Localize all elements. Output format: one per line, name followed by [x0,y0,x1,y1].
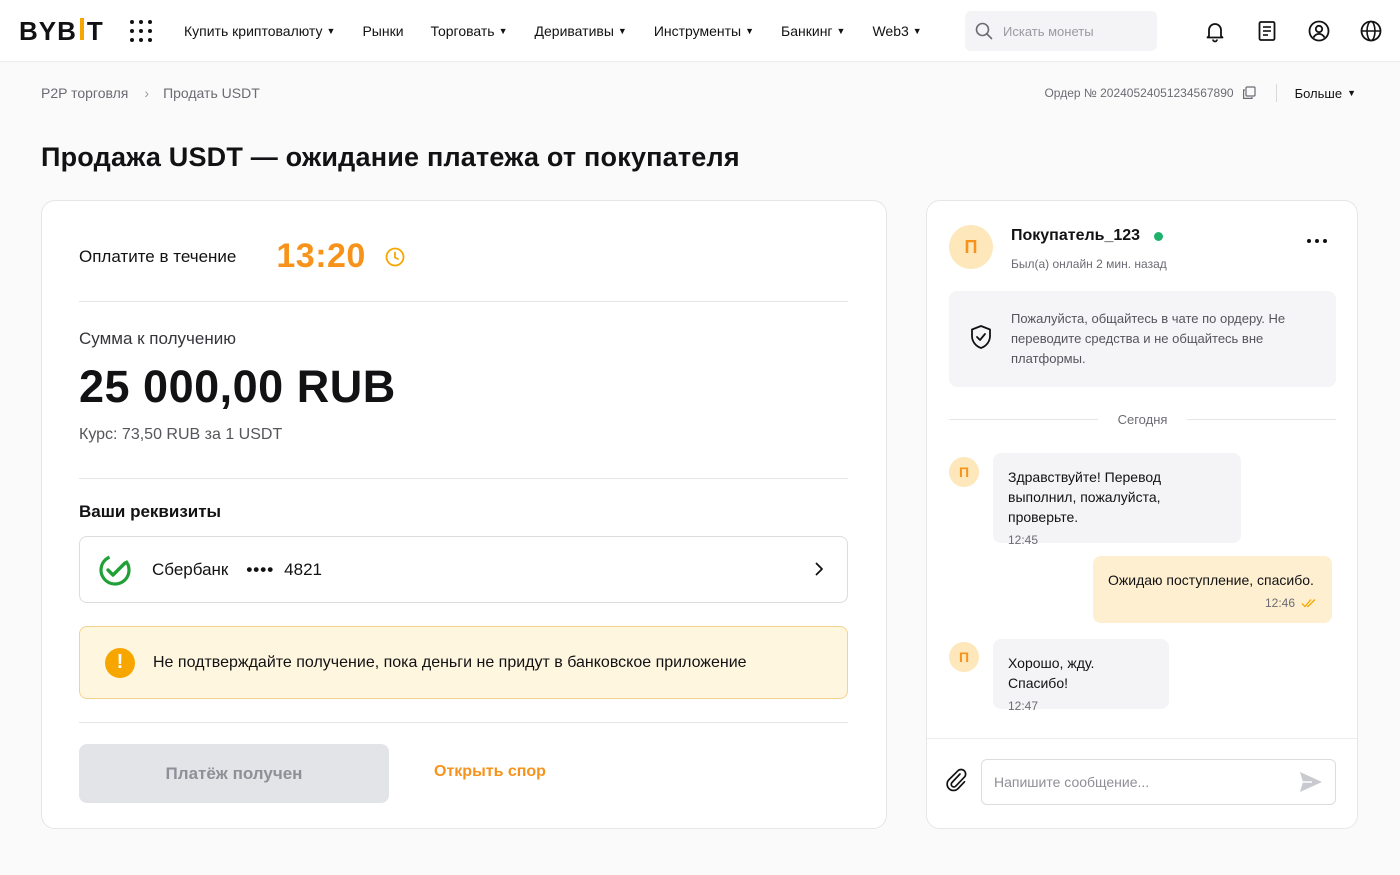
logo-text-right: T [86,15,104,46]
nav-item-banking[interactable]: Банкинг ▼ [781,23,845,39]
send-icon[interactable] [1299,771,1323,793]
divider [79,722,848,723]
amount-label: Сумма к получению [79,329,236,348]
breadcrumb-p2p-link[interactable]: P2P торговля [41,85,128,101]
timer-label: Оплатите в течение [79,246,237,266]
payment-received-button[interactable]: Платёж получен [79,744,389,803]
divider [79,478,848,479]
divider [79,301,848,302]
breadcrumb: P2P торговля › Продать USDT [41,85,260,101]
safety-notice-text: Пожалуйста, общайтесь в чате по ордеру. … [1011,311,1286,366]
avatar: П [949,225,993,269]
day-label: Сегодня [1117,411,1168,427]
message-time-row: 12:46 [1108,596,1317,610]
coin-search[interactable] [965,11,1157,51]
amount-value: 25 000,00 RUB [79,361,396,412]
bank-account-row[interactable]: Сбербанк •••• 4821 [79,536,848,603]
warning-text: Не подтверждайте получение, пока деньги … [153,653,747,671]
order-info: Ордер № 20240524051234567890 Больше ▼ [1044,84,1356,102]
logo-accent-bar [79,18,84,40]
peer-name[interactable]: Покупатель_123 [1011,227,1140,245]
apps-grid-icon[interactable] [130,20,152,42]
avatar: П [949,457,979,487]
peer-name-row: Покупатель_123 [1011,227,1164,245]
logo-text-left: BYB [19,15,77,46]
bell-icon[interactable] [1203,19,1227,43]
caret-down-icon: ▼ [745,26,755,36]
paperclip-icon[interactable] [945,767,967,793]
payment-card: Оплатите в течение 13:20 Сумма к получен… [41,200,887,829]
online-status-dot [1154,231,1164,241]
more-dropdown[interactable]: Больше ▼ [1295,86,1356,101]
caret-down-icon: ▼ [326,26,336,36]
message-text: Хорошо, жду. Спасибо! [1008,655,1095,691]
nav-item-trade[interactable]: Торговать ▼ [431,23,508,39]
timer-value: 13:20 [276,237,366,275]
search-input[interactable] [1003,23,1143,39]
chat-composer [927,738,1357,828]
caret-down-icon: ▼ [912,26,922,36]
avatar: П [949,642,979,672]
safety-notice: Пожалуйста, общайтесь в чате по ордеру. … [949,291,1336,387]
clock-icon [385,247,405,266]
payment-timer: Оплатите в течение 13:20 [79,237,406,276]
shield-check-icon [971,325,991,349]
message-text: Здравствуйте! Перевод выполнил, пожалуйс… [1008,469,1162,525]
message-text: Ожидаю поступление, спасибо. [1108,572,1314,588]
breadcrumb-current: Продать USDT [163,85,260,101]
nav-item-web3[interactable]: Web3 ▼ [872,23,921,39]
caret-down-icon: ▼ [836,26,846,36]
user-icon[interactable] [1307,19,1331,43]
bank-name: Сбербанк [152,559,229,579]
warning-banner: ! Не подтверждайте получение, пока деньг… [79,626,848,699]
nav-item-tools[interactable]: Инструменты ▼ [654,23,754,39]
nav-item-derivatives[interactable]: Деривативы ▼ [535,23,627,39]
more-options-icon[interactable] [1307,239,1327,245]
divider [1275,84,1277,102]
bybit-logo[interactable]: BYB T [19,16,104,46]
orders-icon[interactable] [1255,19,1279,43]
globe-icon[interactable] [1359,19,1383,43]
caret-down-icon: ▼ [617,26,627,36]
chat-message: Ожидаю поступление, спасибо. 12:46 [1093,556,1332,623]
requisites-label: Ваши реквизиты [79,502,222,521]
nav-item-markets[interactable]: Рынки [362,23,403,39]
message-time: 12:46 [1264,596,1295,610]
message-field[interactable] [981,759,1336,805]
chat-message: Хорошо, жду. Спасибо! 12:47 [993,639,1169,713]
double-check-icon [1301,599,1316,608]
chevron-right-icon: › [144,85,150,101]
copy-icon[interactable] [1242,86,1256,100]
caret-down-icon: ▼ [1347,88,1356,98]
open-dispute-link[interactable]: Открыть спор [434,763,546,781]
search-icon [975,22,993,40]
page-title: Продажа USDT — ожидание платежа от покуп… [41,142,740,172]
message-time: 12:45 [1008,533,1039,547]
caret-down-icon: ▼ [498,26,508,36]
chat-message: Здравствуйте! Перевод выполнил, пожалуйс… [993,453,1241,547]
message-time: 12:47 [1008,699,1039,713]
message-input[interactable] [994,774,1274,790]
exchange-rate: Курс: 73,50 RUB за 1 USDT [79,426,283,443]
chat-panel: П Покупатель_123 Был(а) онлайн 2 мин. на… [926,200,1358,829]
nav-item-buy-crypto[interactable]: Купить криптовалюту ▼ [184,23,335,39]
peer-status: Был(а) онлайн 2 мин. назад [1011,257,1167,271]
chevron-right-icon [815,562,823,576]
main-nav: Купить криптовалюту ▼ Рынки Торговать ▼ Де… [184,0,949,62]
card-last-digits: 4821 [284,559,322,579]
card-mask: •••• [246,559,275,579]
top-navigation-bar: BYB T Купить криптовалюту ▼ Рынки Торговат… [0,0,1400,62]
warning-icon: ! [105,647,135,678]
day-separator: Сегодня [949,409,1337,429]
sberbank-logo-icon [99,553,131,586]
order-number: Ордер № 20240524051234567890 [1044,86,1234,100]
